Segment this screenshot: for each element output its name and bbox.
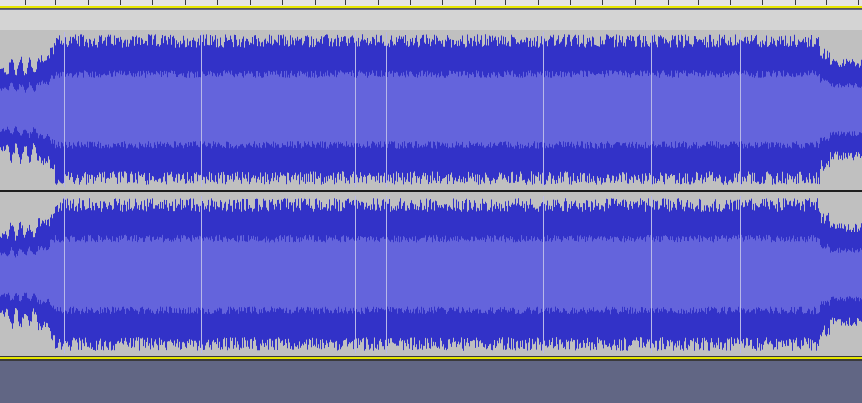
ruler-tick: [88, 0, 89, 5]
ruler-tick: [315, 0, 316, 5]
ruler-tick: [635, 0, 636, 5]
ruler-tick: [475, 0, 476, 5]
waveform-rms: [0, 234, 862, 315]
ruler-tick: [762, 0, 763, 5]
ruler-tick: [120, 0, 121, 5]
ruler-tick: [55, 0, 56, 5]
audio-track[interactable]: [0, 30, 862, 358]
ruler-tick: [217, 0, 218, 5]
ruler-tick: [538, 0, 539, 5]
ruler-tick: [602, 0, 603, 5]
ruler-tick: [410, 0, 411, 5]
ruler-tick: [250, 0, 251, 5]
ruler-tick: [378, 0, 379, 5]
empty-track-area[interactable]: [0, 361, 862, 403]
ruler-tick: [730, 0, 731, 5]
ruler-tick: [570, 0, 571, 5]
ruler-tick: [345, 0, 346, 5]
ruler-tick: [282, 0, 283, 5]
ruler-tick: [442, 0, 443, 5]
ruler-tick: [185, 0, 186, 5]
waveform-left-svg: [0, 32, 862, 187]
waveform-rms: [0, 70, 862, 149]
ruler-tick: [858, 0, 859, 5]
track-header-strip[interactable]: [0, 10, 862, 31]
waveform-right-svg: [0, 196, 862, 353]
ruler-tick: [25, 0, 26, 5]
audio-editor-window: [0, 0, 862, 403]
ruler-tick: [795, 0, 796, 5]
ruler-tick: [152, 0, 153, 5]
ruler-tick: [505, 0, 506, 5]
ruler-tick: [826, 0, 827, 5]
waveform-left-channel[interactable]: [0, 30, 862, 189]
ruler-tick: [668, 0, 669, 5]
ruler-tick: [698, 0, 699, 5]
ruler-border: [0, 8, 862, 9]
channel-divider: [0, 190, 862, 192]
waveform-right-channel[interactable]: [0, 194, 862, 355]
